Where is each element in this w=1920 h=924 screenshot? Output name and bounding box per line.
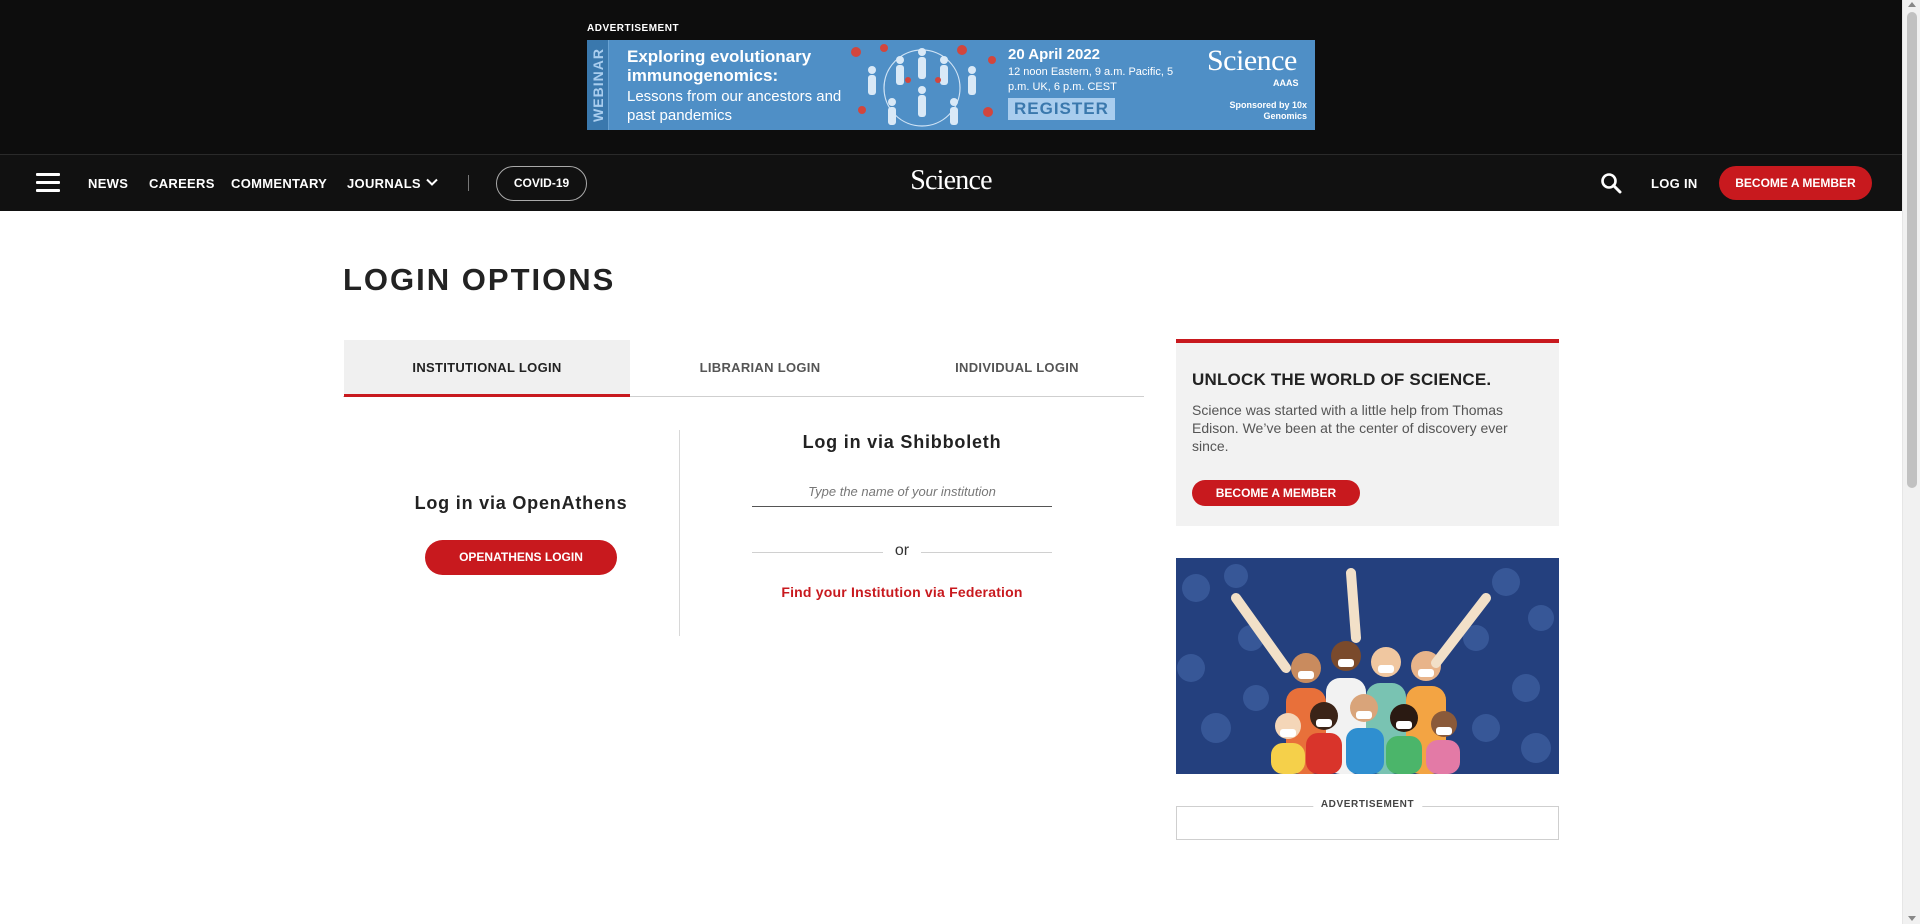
ad-date: 20 April 2022: [1008, 46, 1100, 63]
sidebar-ad-label: ADVERTISEMENT: [1312, 799, 1423, 810]
or-divider-left: [752, 552, 883, 553]
ad-brand-logo: Science: [1207, 44, 1297, 77]
nav-careers[interactable]: CAREERS: [149, 176, 215, 191]
membership-promo: UNLOCK THE WORLD OF SCIENCE. Science was…: [1176, 339, 1559, 526]
tab-individual-login[interactable]: INDIVIDUAL LOGIN: [890, 340, 1144, 396]
search-icon[interactable]: [1600, 172, 1622, 194]
ad-webinar-tag: WEBINAR: [587, 40, 609, 130]
page-scrollbar[interactable]: [1902, 0, 1920, 924]
chevron-down-icon[interactable]: [425, 175, 439, 189]
or-text: or: [894, 542, 910, 559]
scrollbar-thumb[interactable]: [1907, 12, 1917, 488]
column-divider: [679, 430, 680, 636]
ad-register-button[interactable]: REGISTER: [1008, 98, 1115, 120]
covid-button[interactable]: COVID-19: [496, 166, 587, 201]
ad-time: 12 noon Eastern, 9 a.m. Pacific, 5 p.m. …: [1008, 66, 1174, 93]
login-link[interactable]: LOG IN: [1651, 176, 1698, 191]
openathens-heading: Log in via OpenAthens: [414, 493, 628, 513]
become-member-button[interactable]: BECOME A MEMBER: [1719, 166, 1872, 200]
ad-brand-sub: AAAS: [1273, 78, 1299, 88]
promo-text: Science was started with a little help f…: [1192, 402, 1508, 454]
ad-strip: ADVERTISEMENT WEBINAR Exploring evolutio…: [0, 0, 1902, 154]
ad-sponsor: Sponsored by 10x Genomics: [1229, 100, 1307, 121]
crowd-illustration[interactable]: [1176, 558, 1559, 774]
nav-journals[interactable]: JOURNALS: [347, 176, 421, 191]
ad-label: ADVERTISEMENT: [587, 23, 680, 34]
tab-librarian-login[interactable]: LIBRARIAN LOGIN: [630, 340, 890, 396]
ad-webinar-text: WEBINAR: [589, 48, 606, 122]
tab-institutional-login[interactable]: INSTITUTIONAL LOGIN: [344, 340, 630, 397]
scroll-down-arrow-icon[interactable]: [1908, 916, 1916, 921]
institution-search-input[interactable]: [752, 476, 1052, 507]
sidebar-ad-box: ADVERTISEMENT: [1176, 799, 1559, 840]
federation-link[interactable]: Find your Institution via Federation: [752, 584, 1052, 600]
ad-subheadline: Lessons from our ancestors and past pand…: [627, 88, 842, 124]
main-nav: NEWS CAREERS COMMENTARY JOURNALS COVID-1…: [0, 154, 1902, 211]
ad-headline: Exploring evolutionary immunogenomics:: [627, 47, 812, 85]
hamburger-icon[interactable]: [36, 173, 60, 192]
or-divider-right: [921, 552, 1052, 553]
login-tabs: INSTITUTIONAL LOGIN LIBRARIAN LOGIN INDI…: [343, 340, 1144, 397]
scroll-up-arrow-icon[interactable]: [1908, 2, 1916, 7]
promo-title: UNLOCK THE WORLD OF SCIENCE.: [1192, 370, 1492, 389]
ad-banner[interactable]: WEBINAR Exploring evolutionary immunogen…: [587, 40, 1315, 130]
openathens-login-button[interactable]: OPENATHENS LOGIN: [425, 540, 617, 575]
nav-divider: [468, 175, 469, 191]
shibboleth-heading: Log in via Shibboleth: [802, 432, 1002, 452]
page-title: LOGIN OPTIONS: [343, 262, 616, 297]
nav-commentary[interactable]: COMMENTARY: [231, 176, 327, 191]
promo-become-member-button[interactable]: BECOME A MEMBER: [1192, 480, 1360, 506]
nav-news[interactable]: NEWS: [88, 176, 128, 191]
site-logo[interactable]: Science: [910, 165, 992, 196]
ad-illustration: [851, 44, 996, 127]
